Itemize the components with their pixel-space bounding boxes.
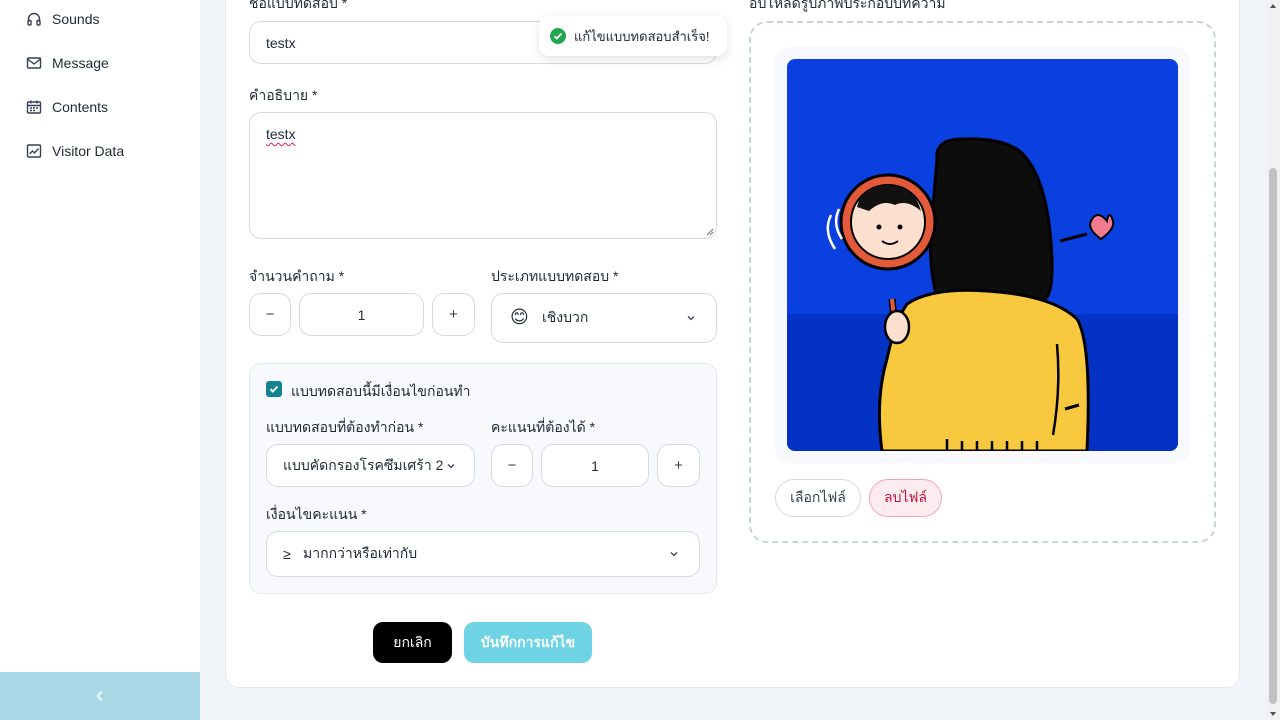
name-label: ชื่อแบบทดสอบ * — [249, 0, 348, 11]
sidebar-collapse-button[interactable] — [0, 672, 200, 720]
sidebar-item-label: Sounds — [52, 11, 100, 27]
prerequisite-test-select[interactable]: แบบคัดกรองโรคซึมเศร้า 2Q — [266, 444, 475, 487]
sidebar-item-contents[interactable]: Contents — [26, 96, 108, 118]
toast-message: แก้ไขแบบทดสอบสำเร็จ! — [574, 28, 710, 44]
required-score-decrement-button[interactable]: − — [491, 444, 533, 487]
score-condition-label: เงื่อนไขคะแนน * — [266, 506, 367, 522]
question-count-label: จำนวนคำถาม * — [249, 268, 345, 284]
scroll-down-icon[interactable] — [1269, 710, 1277, 718]
question-count-decrement-button[interactable]: − — [249, 293, 291, 336]
question-count-input[interactable]: 1 — [299, 293, 424, 336]
name-input-value: testx — [266, 34, 296, 51]
mail-icon — [26, 57, 42, 69]
required-score-increment-button[interactable]: + — [657, 444, 700, 487]
success-toast: แก้ไขแบบทดสอบสำเร็จ! — [539, 16, 727, 56]
sidebar-item-label: Contents — [52, 99, 109, 115]
check-circle-icon — [550, 28, 566, 44]
save-button[interactable]: บันทึกการแก้ไข — [464, 622, 592, 663]
score-condition-select[interactable]: ≥ มากกว่าหรือเท่ากับ — [266, 531, 700, 577]
sidebar-item-visitor-data[interactable]: Visitor Data — [26, 140, 124, 162]
scrollbar-thumb[interactable] — [1269, 168, 1277, 704]
choose-file-button[interactable]: เลือกไฟล์ — [775, 479, 861, 517]
resize-grip-icon[interactable] — [706, 228, 714, 236]
delete-file-button[interactable]: ลบไฟล์ — [869, 479, 942, 517]
description-label: คำอธิบาย * — [249, 87, 318, 103]
required-score-input[interactable]: 1 — [541, 444, 649, 487]
description-textarea[interactable]: testx — [249, 112, 717, 239]
cancel-button[interactable]: ยกเลิก — [373, 622, 452, 663]
sidebar-item-message[interactable]: Message — [26, 52, 109, 74]
question-count-increment-button[interactable]: + — [432, 293, 475, 336]
headphones-icon — [27, 12, 41, 26]
image-preview — [787, 59, 1178, 451]
chevron-left-icon — [96, 690, 103, 702]
sidebar-item-sounds[interactable]: Sounds — [26, 8, 99, 30]
page-scrollbar[interactable] — [1266, 0, 1280, 720]
check-icon — [269, 385, 279, 393]
score-condition-value: มากกว่าหรือเท่ากับ — [303, 545, 418, 561]
calendar-icon — [26, 100, 42, 114]
prerequisite-checkbox-label: แบบทดสอบนี้มีเงื่อนไขก่อนทำ — [291, 383, 471, 399]
chevron-down-icon — [447, 463, 455, 468]
sidebar-item-label: Visitor Data — [52, 143, 125, 159]
chart-line-icon — [26, 144, 42, 158]
scroll-up-icon[interactable] — [1269, 2, 1277, 10]
sidebar-item-label: Message — [52, 55, 109, 71]
test-type-label: ประเภทแบบทดสอบ * — [491, 268, 619, 284]
score-condition-symbol: ≥ — [283, 546, 291, 562]
chevron-down-icon — [687, 316, 695, 321]
prerequisite-checkbox[interactable] — [266, 381, 282, 397]
test-type-value: เชิงบวก — [542, 309, 589, 325]
upload-label: อัปโหลดรูปภาพประกอบบทความ — [749, 0, 946, 11]
required-score-label: คะแนนที่ต้องได้ * — [491, 419, 596, 435]
sidebar: Sounds Message Contents Visitor Data — [0, 0, 200, 720]
prerequisite-test-value: แบบคัดกรองโรคซึมเศร้า 2Q — [283, 456, 443, 473]
test-type-select[interactable]: 😊 เชิงบวก — [491, 293, 717, 343]
prerequisite-test-label: แบบทดสอบที่ต้องทำก่อน * — [266, 419, 424, 435]
type-emoji-icon: 😊 — [510, 307, 529, 327]
chevron-down-icon — [670, 552, 678, 557]
description-value: testx — [266, 126, 296, 142]
